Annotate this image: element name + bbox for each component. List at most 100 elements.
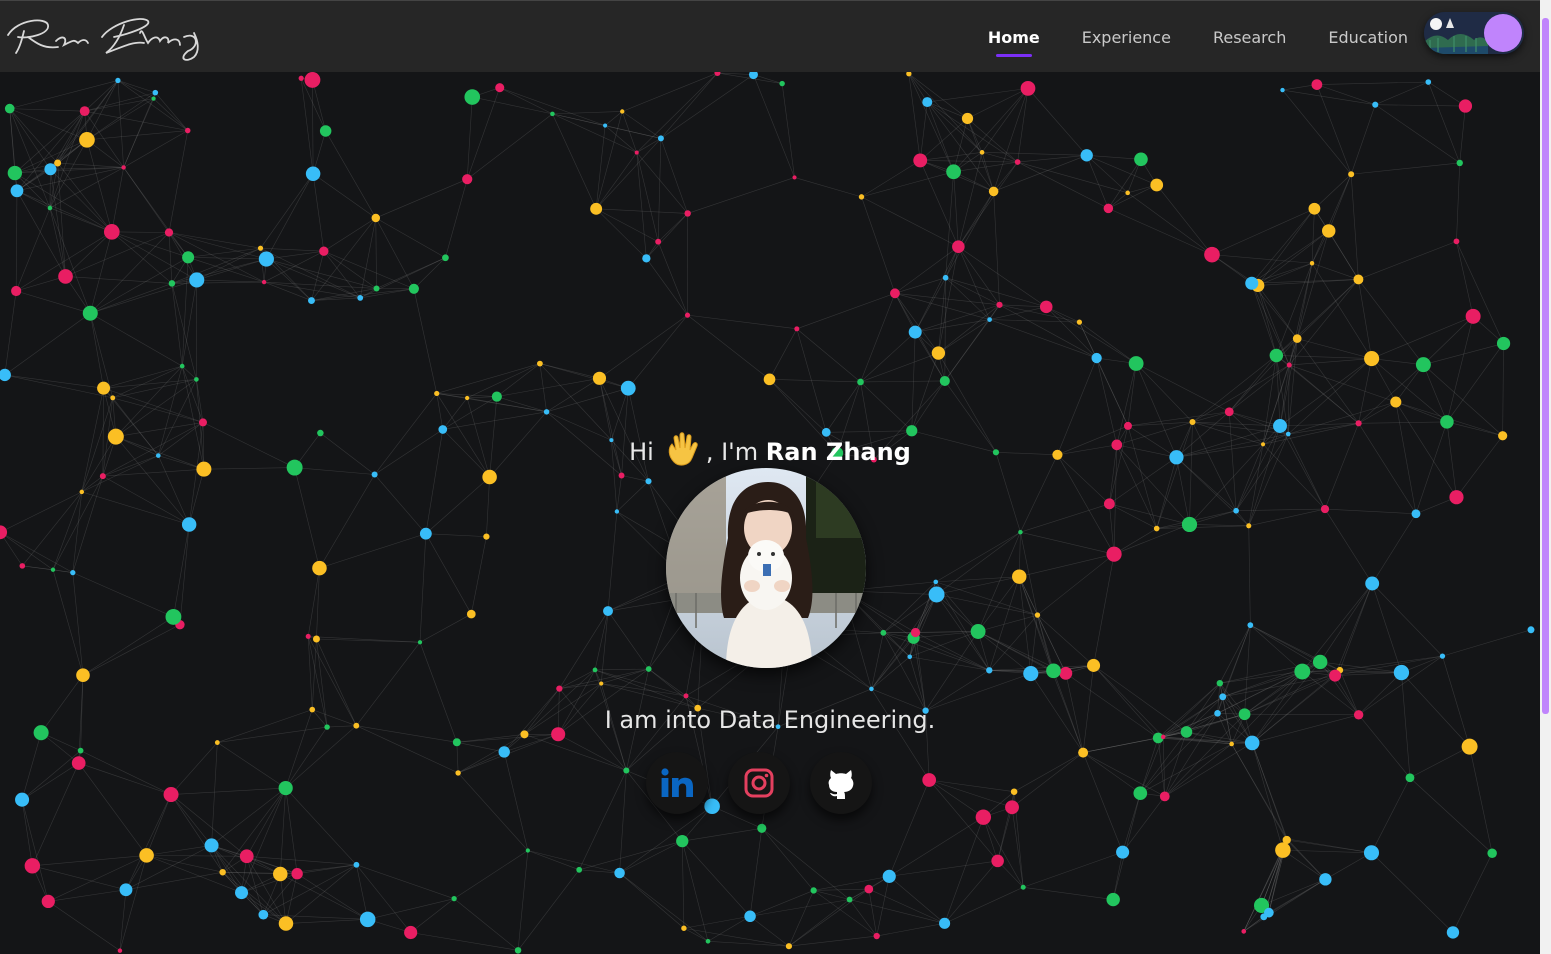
particle-dot <box>1076 319 1083 325</box>
avatar <box>666 468 866 668</box>
logo[interactable] <box>2 7 202 65</box>
particle-dot <box>24 858 41 874</box>
particle-dot <box>1312 654 1328 670</box>
particle-dot <box>603 123 608 128</box>
particle-dot <box>164 228 174 237</box>
particle-dot <box>408 283 419 294</box>
particle-dot <box>110 395 116 401</box>
particle-dot <box>961 112 974 125</box>
particle-dot <box>198 418 207 427</box>
particle-dot <box>417 640 423 645</box>
particle-dot <box>291 868 303 880</box>
particle-dot <box>1246 523 1252 529</box>
particle-dot <box>304 72 321 88</box>
particle-dot <box>168 280 176 287</box>
particle-dot <box>987 317 992 322</box>
particle-dot <box>298 75 304 81</box>
particle-dot <box>1106 892 1120 907</box>
particle-dot <box>705 938 711 944</box>
particle-dot <box>1020 884 1026 890</box>
particle-dot <box>907 654 913 660</box>
particle-dot <box>1363 845 1380 861</box>
particle-dot <box>657 135 664 142</box>
instagram-button[interactable] <box>728 752 790 814</box>
particle-dot <box>117 948 123 953</box>
particle-dot <box>1439 653 1446 659</box>
particle-dot <box>50 567 56 572</box>
particle-dot <box>1150 178 1164 192</box>
particle-dot <box>179 363 185 369</box>
particle-dot <box>1320 504 1330 514</box>
particle-dot <box>466 609 476 619</box>
particle-dot <box>0 525 8 540</box>
github-icon <box>828 770 854 799</box>
particle-dot <box>219 868 226 876</box>
particle-dot <box>1527 626 1535 634</box>
particle-dot <box>307 297 315 305</box>
particle-dot <box>451 896 457 902</box>
particle-dot <box>1453 238 1460 245</box>
particle-dot <box>434 390 440 397</box>
particle-dot <box>1125 190 1130 196</box>
particle-dot <box>1020 81 1036 96</box>
particle-dot <box>1059 666 1073 680</box>
nav-education[interactable]: Education <box>1328 28 1408 47</box>
particle-dot <box>1247 622 1254 629</box>
nav-home[interactable]: Home <box>988 28 1040 57</box>
scrollbar-thumb[interactable] <box>1542 18 1549 714</box>
particle-dot <box>1153 525 1160 532</box>
particle-dot <box>464 89 481 105</box>
particle-dot <box>810 887 817 894</box>
particle-dot <box>353 861 360 868</box>
particle-dot <box>1023 665 1039 682</box>
particle-dot <box>942 274 949 281</box>
linkedin-button[interactable] <box>646 752 708 814</box>
particle-dot <box>864 884 874 894</box>
nav-research[interactable]: Research <box>1213 28 1286 47</box>
particle-dot <box>748 72 758 80</box>
particle-dot <box>194 377 199 382</box>
particle-dot <box>620 380 636 396</box>
particle-dot <box>1010 788 1018 795</box>
particle-dot <box>970 624 986 639</box>
particle-dot <box>623 767 630 774</box>
particle-dot <box>1348 171 1355 178</box>
particle-dot <box>590 202 603 215</box>
particle-dot <box>319 125 332 137</box>
particle-dot <box>0 368 11 382</box>
particle-dot <box>7 165 23 181</box>
navbar: Home Experience Research Education <box>0 0 1540 72</box>
particle-dot <box>939 917 951 929</box>
particle-dot <box>1018 529 1023 535</box>
particle-dot <box>165 608 182 625</box>
particle-dot <box>1046 663 1061 679</box>
particle-dot <box>121 165 126 170</box>
particle-dot <box>1496 336 1511 351</box>
particle-dot <box>54 159 62 167</box>
particle-dot <box>744 910 756 923</box>
particle-dot <box>1449 490 1464 505</box>
nav-experience[interactable]: Experience <box>1082 28 1171 47</box>
particle-dot <box>1219 693 1227 701</box>
particle-dot <box>273 866 288 882</box>
particle-dot <box>258 251 274 267</box>
theme-toggle[interactable] <box>1424 12 1524 54</box>
particle-dot <box>1319 873 1332 886</box>
particle-dot <box>1241 929 1247 934</box>
scrollbar[interactable] <box>1540 0 1551 954</box>
particle-dot <box>620 109 625 114</box>
github-button[interactable] <box>810 752 872 814</box>
particle-dot <box>79 489 85 495</box>
particle-dot <box>1405 773 1415 783</box>
particle-dot <box>1133 786 1148 801</box>
particle-dot <box>1458 99 1473 113</box>
particle-dot <box>1134 152 1148 167</box>
particle-dot <box>41 894 55 909</box>
particle-dot <box>15 792 30 807</box>
particle-dot <box>642 254 651 263</box>
particle-dot <box>614 509 620 514</box>
particle-dot <box>1308 202 1321 215</box>
particle-dot <box>1415 357 1431 373</box>
particle-dot <box>1365 576 1380 591</box>
particle-dot <box>462 174 473 185</box>
